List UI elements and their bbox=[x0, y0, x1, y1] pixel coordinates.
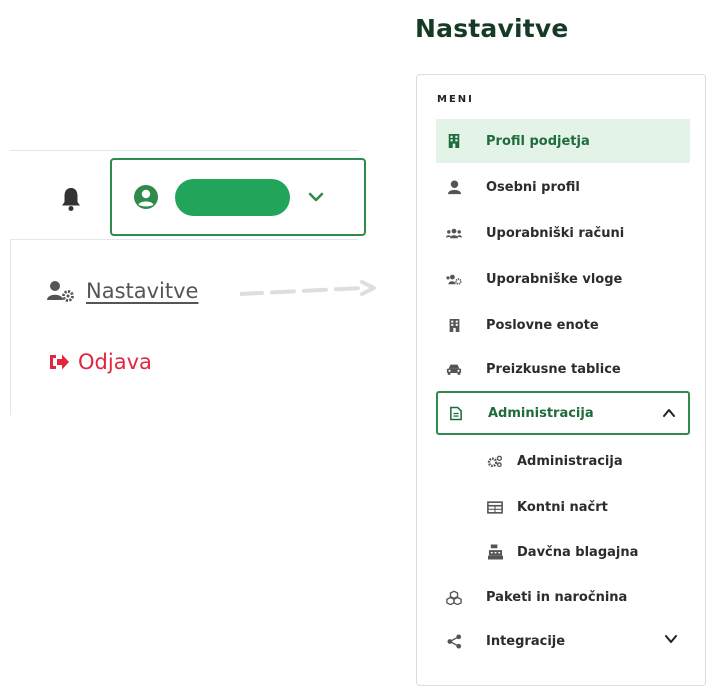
cubes-icon bbox=[446, 589, 462, 605]
sidebar-item-label: Profil podjetja bbox=[486, 133, 590, 149]
sidebar-item-label: Kontni načrt bbox=[517, 499, 608, 515]
menu-heading: MENI bbox=[437, 94, 474, 105]
sidebar-item-paketi-in-narocnina[interactable]: Paketi in naročnina bbox=[436, 575, 690, 619]
building-icon bbox=[446, 133, 462, 149]
sidebar-item-administracija[interactable]: Administracija bbox=[436, 391, 690, 435]
user-menu-settings-link[interactable]: Nastavitve bbox=[46, 279, 198, 303]
chevron-up-icon bbox=[663, 409, 675, 417]
share-icon bbox=[446, 633, 462, 649]
sidebar-item-uporabniski-racuni[interactable]: Uporabniški računi bbox=[436, 211, 690, 255]
sidebar-item-label: Davčna blagajna bbox=[517, 544, 639, 560]
users-icon bbox=[446, 225, 462, 241]
cash-register-icon bbox=[487, 544, 503, 560]
sidebar-item-preizkusne-tablice[interactable]: Preizkusne tablice bbox=[436, 347, 690, 391]
user-menu-logout-link[interactable]: Odjava bbox=[48, 350, 152, 374]
sidebar-item-label: Paketi in naročnina bbox=[486, 589, 628, 605]
sidebar-subitem-administracija[interactable]: Administracija bbox=[487, 439, 687, 483]
sidebar-item-label: Uporabniške vloge bbox=[486, 271, 623, 287]
user-circle-icon bbox=[134, 185, 158, 209]
sidebar-item-label: Administracija bbox=[517, 453, 623, 469]
bell-icon[interactable] bbox=[60, 186, 82, 212]
document-icon bbox=[448, 405, 464, 421]
sidebar-item-osebni-profil[interactable]: Osebni profil bbox=[436, 165, 690, 209]
user-cog-icon bbox=[47, 281, 74, 302]
page-title: Nastavitve bbox=[415, 14, 569, 43]
dashed-arrow-icon bbox=[240, 280, 376, 296]
sidebar-subitem-davcna-blagajna[interactable]: Davčna blagajna bbox=[487, 530, 687, 574]
sidebar-item-label: Preizkusne tablice bbox=[486, 361, 621, 377]
user-dropdown-button[interactable] bbox=[110, 158, 366, 236]
sidebar-item-label: Uporabniški računi bbox=[486, 225, 625, 241]
table-icon bbox=[487, 499, 503, 515]
sidebar-item-profil-podjetja[interactable]: Profil podjetja bbox=[436, 119, 690, 163]
cogs-icon bbox=[487, 453, 503, 469]
sidebar-item-label: Poslovne enote bbox=[486, 317, 599, 333]
settings-label: Nastavitve bbox=[86, 279, 199, 303]
chevron-down-icon bbox=[308, 192, 324, 202]
sidebar-item-label: Administracija bbox=[488, 405, 594, 421]
sidebar-subitem-kontni-nacrt[interactable]: Kontni načrt bbox=[487, 485, 687, 529]
logout-label: Odjava bbox=[78, 350, 152, 374]
settings-sidebar: MENI Profil podjetja Osebni profil Upora… bbox=[416, 74, 706, 686]
sidebar-item-integracije[interactable]: Integracije bbox=[436, 619, 690, 663]
sidebar-item-label: Osebni profil bbox=[486, 179, 580, 195]
car-icon bbox=[446, 361, 462, 377]
sign-out-icon bbox=[50, 354, 69, 370]
user-name-redacted bbox=[175, 179, 290, 216]
chevron-down-icon bbox=[665, 635, 677, 643]
left-divider bbox=[10, 240, 11, 415]
sidebar-item-poslovne-enote[interactable]: Poslovne enote bbox=[436, 303, 690, 347]
user-icon bbox=[446, 179, 462, 195]
building-icon bbox=[446, 317, 462, 333]
sidebar-item-label: Integracije bbox=[486, 633, 566, 649]
top-bar bbox=[10, 150, 366, 240]
sidebar-item-uporabniske-vloge[interactable]: Uporabniške vloge bbox=[436, 257, 690, 301]
users-cog-icon bbox=[446, 271, 462, 287]
